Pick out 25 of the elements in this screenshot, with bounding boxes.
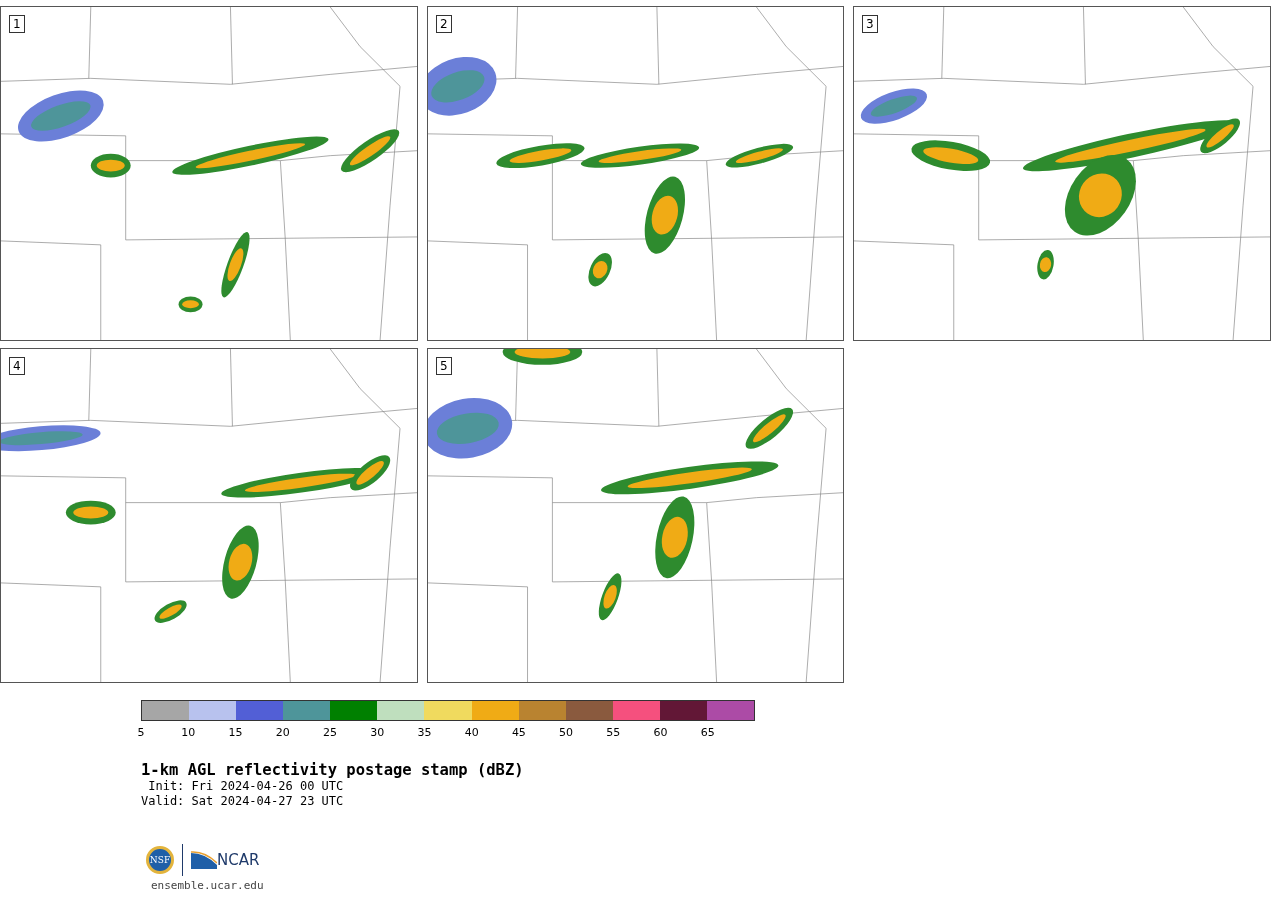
tick-label: 40 — [464, 726, 479, 739]
panel-number: 3 — [862, 15, 878, 33]
ncar-logo: NCAR — [217, 851, 260, 869]
tick-label: 5 — [137, 726, 145, 739]
panel-number: 2 — [436, 15, 452, 33]
init-time: Init: Fri 2024-04-26 00 UTC — [147, 779, 345, 794]
swoosh-icon — [191, 851, 217, 869]
website-url: ensemble.ucar.edu — [150, 879, 265, 892]
panel-number: 5 — [436, 357, 452, 375]
tick-label: 60 — [653, 726, 668, 739]
tick-label: 50 — [559, 726, 574, 739]
panel-number: 1 — [9, 15, 25, 33]
tick-label: 30 — [370, 726, 385, 739]
tick-label: 65 — [700, 726, 715, 739]
panel-number: 4 — [9, 357, 25, 375]
tick-label: 55 — [606, 726, 621, 739]
tick-label: 15 — [228, 726, 243, 739]
tick-label: 45 — [511, 726, 526, 739]
tick-label: 20 — [275, 726, 290, 739]
tick-label: 10 — [181, 726, 196, 739]
tick-label: 35 — [417, 726, 432, 739]
valid-time: Valid: Sat 2024-04-27 23 UTC — [141, 794, 345, 809]
chart-title: 1-km AGL reflectivity postage stamp (dBZ) — [141, 761, 525, 779]
tick-label: 25 — [322, 726, 337, 739]
nsf-logo: NSF — [146, 846, 174, 874]
